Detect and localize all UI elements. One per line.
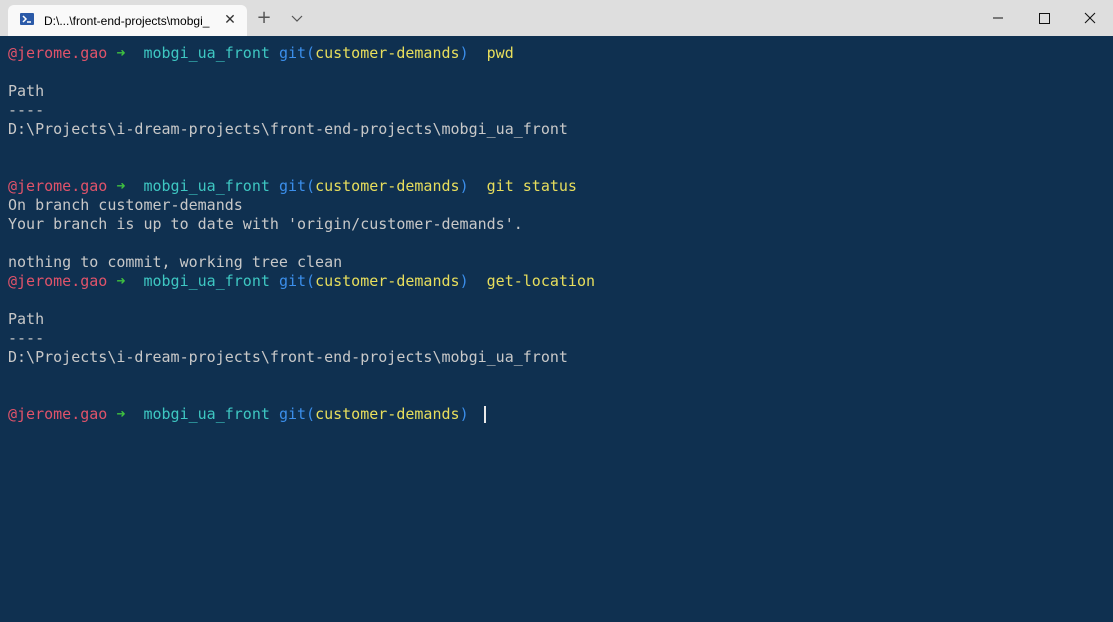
- prompt-branch: customer-demands: [315, 272, 460, 290]
- output-path-separator: ----: [8, 101, 45, 119]
- chevron-down-icon[interactable]: [287, 8, 307, 28]
- prompt-directory: mobgi_ua_front: [143, 44, 270, 62]
- prompt-git-close: ): [459, 272, 469, 290]
- prompt-git: git(: [278, 272, 316, 290]
- prompt-git: git(: [278, 44, 316, 62]
- text-cursor: [484, 406, 486, 423]
- output-path-separator: ----: [8, 329, 45, 347]
- prompt-line: @jerome.gao ➜ mobgi_ua_front git(custome…: [8, 177, 577, 196]
- prompt-git-close: ): [459, 177, 469, 195]
- output-status-line: Your branch is up to date with 'origin/c…: [8, 215, 523, 233]
- powershell-icon: [20, 13, 34, 25]
- prompt-branch: customer-demands: [315, 44, 460, 62]
- close-tab-icon[interactable]: ✕: [222, 11, 238, 27]
- prompt-user: @jerome.gao: [8, 272, 108, 290]
- terminal-pane[interactable]: @jerome.gao ➜ mobgi_ua_front git(custome…: [0, 36, 1113, 622]
- output-path-value: D:\Projects\i-dream-projects\front-end-p…: [8, 348, 568, 366]
- prompt-git-close: ): [459, 405, 469, 423]
- command-text: pwd: [486, 44, 514, 62]
- new-tab-button[interactable]: +: [254, 8, 274, 28]
- prompt-line: @jerome.gao ➜ mobgi_ua_front git(custome…: [8, 272, 595, 291]
- prompt-user: @jerome.gao: [8, 44, 108, 62]
- prompt-line: @jerome.gao ➜ mobgi_ua_front git(custome…: [8, 405, 469, 424]
- prompt-arrow-icon: ➜: [116, 44, 126, 62]
- prompt-directory: mobgi_ua_front: [143, 272, 270, 290]
- output-status-line: On branch customer-demands: [8, 196, 243, 214]
- prompt-user: @jerome.gao: [8, 177, 108, 195]
- tab-title: D:\...\front-end-projects\mobgi_: [44, 14, 210, 28]
- command-text: git status: [486, 177, 577, 195]
- prompt-git-close: ): [459, 44, 469, 62]
- title-bar: D:\...\front-end-projects\mobgi_ ✕ +: [0, 0, 1113, 36]
- prompt-git: git(: [278, 405, 316, 423]
- terminal-tab[interactable]: D:\...\front-end-projects\mobgi_ ✕: [8, 5, 247, 36]
- prompt-line: @jerome.gao ➜ mobgi_ua_front git(custome…: [8, 44, 514, 63]
- command-text: get-location: [486, 272, 596, 290]
- prompt-arrow-icon: ➜: [116, 405, 126, 423]
- output-path-header: Path: [8, 82, 45, 100]
- prompt-arrow-icon: ➜: [116, 177, 126, 195]
- prompt-arrow-icon: ➜: [116, 272, 126, 290]
- prompt-user: @jerome.gao: [8, 405, 108, 423]
- output-path-value: D:\Projects\i-dream-projects\front-end-p…: [8, 120, 568, 138]
- prompt-directory: mobgi_ua_front: [143, 177, 270, 195]
- prompt-git: git(: [278, 177, 316, 195]
- output-path-header: Path: [8, 310, 45, 328]
- prompt-branch: customer-demands: [315, 405, 460, 423]
- close-window-button[interactable]: [1067, 0, 1113, 36]
- output-status-line: nothing to commit, working tree clean: [8, 253, 343, 271]
- minimize-button[interactable]: [975, 0, 1021, 36]
- maximize-button[interactable]: [1021, 0, 1067, 36]
- prompt-directory: mobgi_ua_front: [143, 405, 270, 423]
- prompt-branch: customer-demands: [315, 177, 460, 195]
